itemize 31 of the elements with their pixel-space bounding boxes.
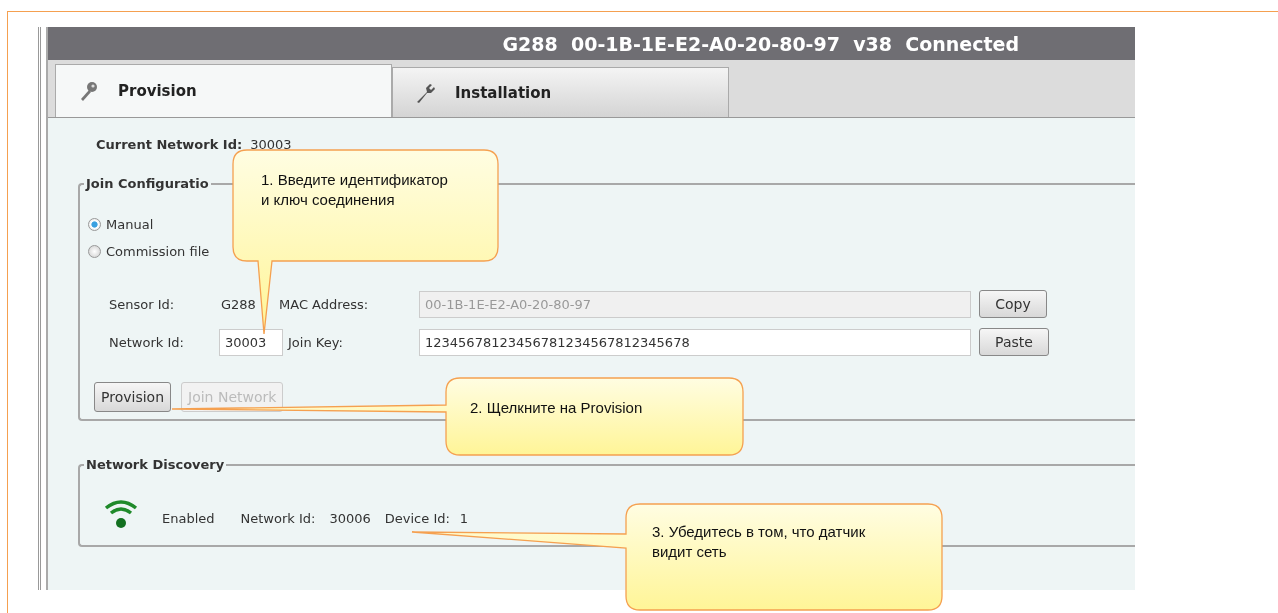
group-title: Join Configuratio [84,176,210,191]
field-label: Join Key: [286,334,344,350]
field-label: Network Id: [109,334,185,350]
radio-label: Commission file [106,244,210,259]
field-label: Current Network Id: [96,136,243,152]
tab[interactable]: Provision [55,64,392,117]
sensor-id-value: G288 [221,296,257,312]
group-title: Network Discovery [85,457,226,472]
callout-text: 3. Убедитесь в том, что датчик видит сеть [652,522,867,562]
key-icon [78,80,100,102]
radio-button[interactable] [88,245,101,258]
provision-button[interactable]: Provision [94,382,171,412]
radio-button[interactable] [88,218,101,231]
network-id-field[interactable]: 30003 [219,328,283,356]
network-id-value: 30006 [329,511,371,528]
status-text: Enabled [162,511,215,528]
window-title: G288 00-1B-1E-E2-A0-20-80-97 v38 Connected [48,27,1135,60]
field-label: MAC Address: [279,296,370,312]
callout-text: 1. Введите идентификатор и ключ соединения [261,170,449,210]
join-key-field[interactable]: 12345678123456781234567812345678 [419,328,971,356]
paste-button[interactable]: Paste [979,328,1049,356]
device-id-value: 1 [459,511,469,528]
callout-text: 2. Щелкните на Provision [470,398,644,418]
field-label: Device Id: [384,511,450,528]
field-label: Sensor Id: [109,296,176,312]
network-id-value: 30003 [250,136,292,152]
field-label: Network Id: [240,511,316,528]
radio-label: Manual [106,217,154,232]
wrench-icon [415,81,437,104]
tab[interactable]: Installation [392,67,729,117]
copy-button[interactable]: Copy [979,290,1047,318]
